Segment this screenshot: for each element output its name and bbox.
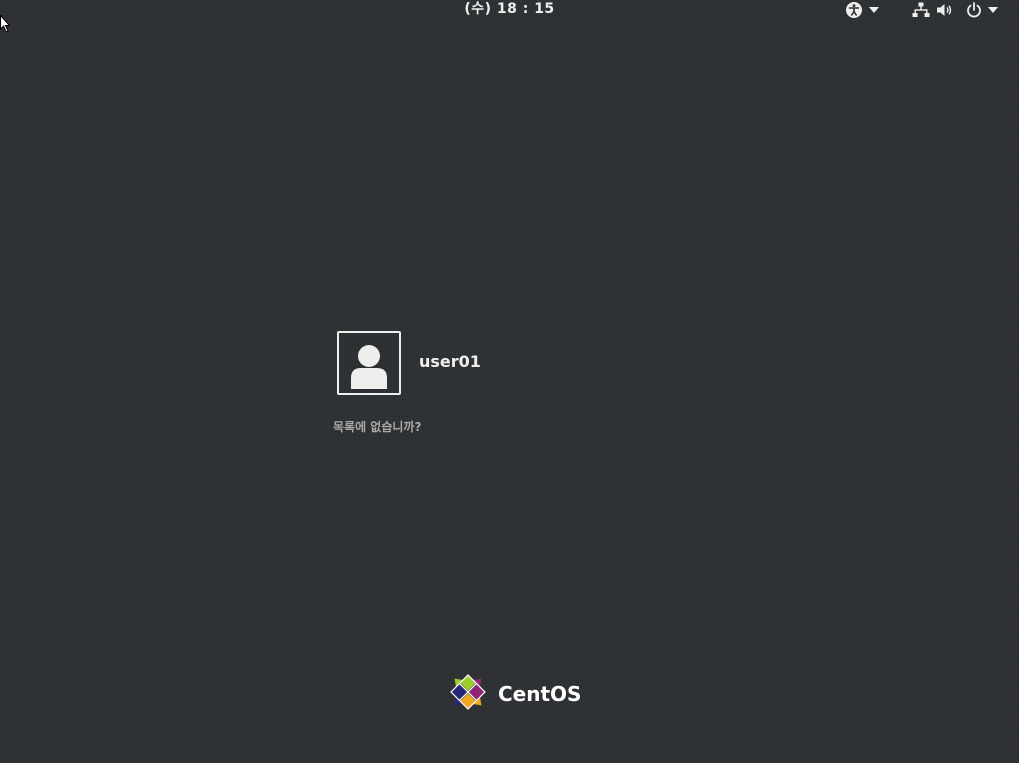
chevron-down-icon bbox=[988, 7, 998, 13]
chevron-down-icon bbox=[869, 7, 879, 13]
system-menu[interactable] bbox=[912, 0, 998, 20]
not-listed-button[interactable]: 목록에 없습니까? bbox=[333, 418, 421, 435]
login-screen: (수) 18 : 15 user01 목록에 없습니까? CentOS bbox=[0, 0, 1019, 763]
network-icon bbox=[912, 2, 930, 18]
power-icon bbox=[966, 2, 982, 18]
top-panel: (수) 18 : 15 bbox=[0, 0, 1019, 20]
user-list-item[interactable]: user01 bbox=[337, 331, 637, 395]
centos-wordmark: CentOS bbox=[498, 682, 582, 706]
mouse-cursor-icon bbox=[0, 14, 11, 39]
volume-icon bbox=[936, 2, 954, 18]
centos-logo: CentOS bbox=[446, 670, 581, 718]
user-list: user01 bbox=[337, 331, 637, 395]
accessibility-icon bbox=[845, 1, 863, 19]
centos-logo-icon bbox=[446, 670, 490, 718]
avatar bbox=[337, 331, 401, 395]
default-user-icon bbox=[349, 339, 389, 393]
user-name: user01 bbox=[419, 351, 481, 371]
accessibility-menu[interactable] bbox=[845, 0, 879, 20]
